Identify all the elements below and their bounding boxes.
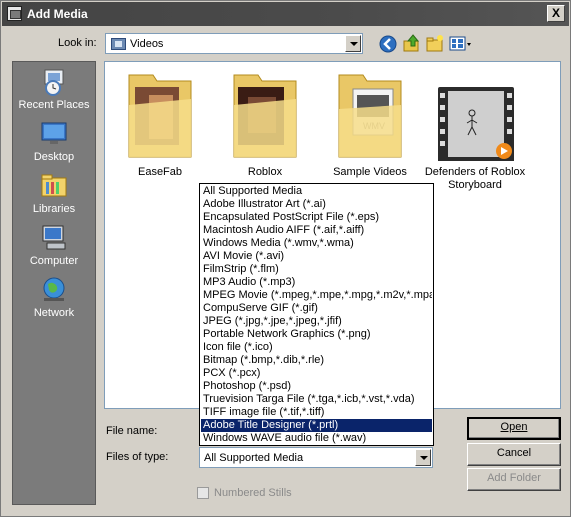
- file-type-option[interactable]: TIFF image file (*.tif,*.tiff): [201, 406, 432, 419]
- file-label: Sample Videos: [333, 166, 407, 178]
- look-in-value: Videos: [130, 38, 164, 50]
- places-bar: Recent Places Desktop Libraries Computer…: [12, 61, 96, 505]
- place-label: Desktop: [33, 151, 75, 163]
- checkbox-box[interactable]: [197, 487, 209, 499]
- file-type-option[interactable]: Icon file (*.ico): [201, 341, 432, 354]
- file-type-option[interactable]: Truevision Targa File (*.tga,*.icb,*.vst…: [201, 393, 432, 406]
- file-label: Roblox: [247, 166, 283, 178]
- add-folder-button[interactable]: Add Folder: [467, 468, 561, 491]
- look-in-combo[interactable]: Videos: [105, 33, 363, 54]
- file-label: EaseFab: [137, 166, 183, 178]
- folder-icon: [128, 74, 192, 158]
- file-type-option[interactable]: FilmStrip (*.flm): [201, 263, 432, 276]
- open-button[interactable]: Open: [467, 417, 561, 440]
- numbered-stills-label: Numbered Stills: [214, 487, 292, 499]
- files-of-type-combo[interactable]: All Supported Media: [199, 447, 433, 468]
- folder-icon: [233, 74, 297, 158]
- file-type-option[interactable]: Photoshop (*.psd): [201, 380, 432, 393]
- file-type-option[interactable]: Bitmap (*.bmp,*.dib,*.rle): [201, 354, 432, 367]
- look-in-label: Look in:: [58, 37, 97, 49]
- open-button-label: Open: [500, 421, 528, 433]
- place-label: Computer: [29, 255, 79, 267]
- chevron-down-icon[interactable]: [345, 35, 361, 52]
- place-computer[interactable]: Computer: [13, 220, 95, 272]
- close-button[interactable]: X: [547, 5, 565, 22]
- place-label: Recent Places: [18, 99, 90, 111]
- libraries-icon: [41, 174, 67, 197]
- desktop-icon: [41, 122, 67, 144]
- file-type-option[interactable]: Adobe Illustrator Art (*.ai): [201, 198, 432, 211]
- up-folder-icon[interactable]: [402, 33, 422, 53]
- video-folder-icon: WMV: [338, 74, 402, 158]
- file-label: Defenders of Roblox Storyboard: [424, 166, 526, 191]
- back-arrow-icon[interactable]: [378, 34, 398, 54]
- file-type-option[interactable]: All Supported Media: [201, 185, 432, 198]
- file-type-option[interactable]: Windows Media (*.wmv,*.wma): [201, 237, 432, 250]
- files-of-type-label: Files of type:: [106, 451, 169, 463]
- place-label: Libraries: [32, 203, 76, 215]
- place-desktop[interactable]: Desktop: [13, 116, 95, 168]
- cancel-button[interactable]: Cancel: [467, 443, 561, 466]
- file-type-option[interactable]: MPEG Movie (*.mpeg,*.mpe,*.mpg,*.m2v,*.m…: [201, 289, 432, 302]
- dialog-title: Add Media: [27, 7, 88, 21]
- file-type-option[interactable]: Adobe Title Designer (*.prtl): [201, 419, 432, 432]
- file-name-label: File name:: [106, 425, 158, 437]
- file-type-option[interactable]: AVI Movie (*.avi): [201, 250, 432, 263]
- title-bar[interactable]: Add Media X: [2, 2, 569, 26]
- file-type-option[interactable]: MP3 Audio (*.mp3): [201, 276, 432, 289]
- file-type-option[interactable]: Portable Network Graphics (*.png): [201, 328, 432, 341]
- view-menu-icon[interactable]: [449, 34, 473, 54]
- recent-places-icon: [44, 69, 64, 96]
- network-icon: [43, 277, 65, 301]
- file-type-dropdown-list[interactable]: All Supported Media Adobe Illustrator Art…: [199, 183, 434, 446]
- new-folder-icon[interactable]: [425, 33, 445, 53]
- computer-icon: [42, 225, 66, 250]
- file-type-option[interactable]: Macintosh Audio AIFF (*.aif,*.aiff): [201, 224, 432, 237]
- file-type-option[interactable]: CompuServe GIF (*.gif): [201, 302, 432, 315]
- place-network[interactable]: Network: [13, 272, 95, 324]
- place-label: Network: [33, 307, 75, 319]
- video-file-icon: [438, 87, 514, 161]
- place-libraries[interactable]: Libraries: [13, 168, 95, 220]
- file-type-option[interactable]: PCX (*.pcx): [201, 367, 432, 380]
- video-library-icon: [111, 38, 126, 50]
- file-type-option[interactable]: Windows WAVE audio file (*.wav): [201, 432, 432, 445]
- chevron-down-icon[interactable]: [415, 449, 431, 466]
- add-media-dialog: Add Media X Look in: Videos Recent Place…: [0, 0, 571, 517]
- place-recent-places[interactable]: Recent Places: [13, 64, 95, 116]
- app-icon: [7, 6, 22, 21]
- file-type-option[interactable]: Encapsulated PostScript File (*.eps): [201, 211, 432, 224]
- files-of-type-value: All Supported Media: [204, 452, 304, 464]
- file-type-option[interactable]: JPEG (*.jpg,*.jpe,*.jpeg,*.jfif): [201, 315, 432, 328]
